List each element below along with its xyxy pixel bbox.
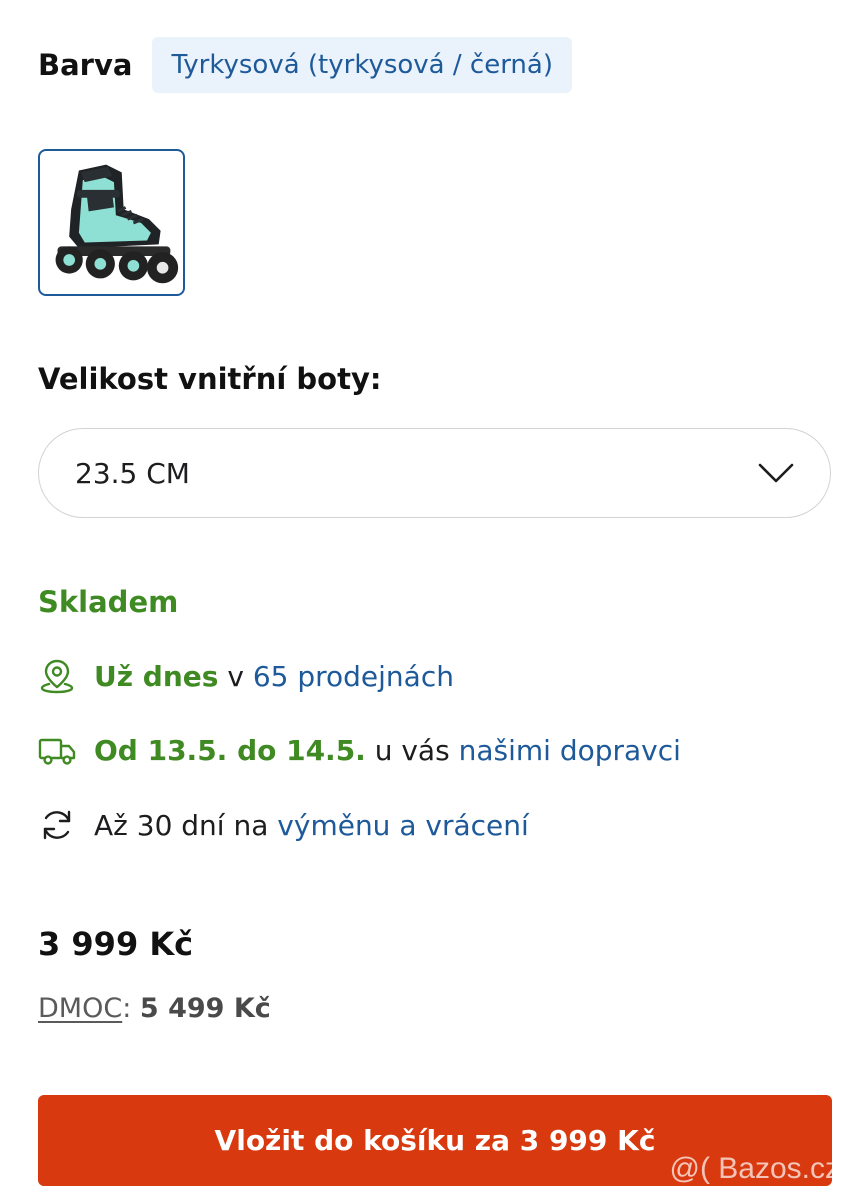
returns-link[interactable]: výměnu a vrácení (277, 809, 528, 842)
store-availability-connector: v (227, 659, 244, 693)
color-value-chip[interactable]: Tyrkysová (tyrkysová / černá) (152, 37, 572, 93)
chevron-down-icon (758, 463, 794, 483)
size-selected-value: 23.5 CM (75, 456, 190, 490)
store-availability-highlight: Už dnes (94, 659, 219, 693)
dmoc-label[interactable]: DMOC (38, 993, 122, 1024)
product-price: 3 999 Kč (38, 925, 194, 963)
size-select[interactable]: 23.5 CM (38, 428, 831, 518)
inline-skate-icon (55, 164, 179, 284)
delivery-truck-icon (38, 738, 76, 765)
stock-status: Skladem (38, 585, 179, 619)
color-row: Barva Tyrkysová (tyrkysová / černá) (38, 37, 572, 93)
dmoc-price: 5 499 Kč (139, 993, 271, 1024)
stores-link[interactable]: 65 prodejnách (253, 660, 454, 693)
dmoc-separator: : (122, 993, 132, 1024)
product-thumbnail[interactable] (38, 149, 185, 296)
carriers-link[interactable]: našimi dopravci (459, 734, 681, 767)
size-title: Velikost vnitřní boty: (38, 362, 382, 396)
location-pin-icon (40, 659, 74, 694)
exchange-arrows-icon (43, 810, 71, 840)
dmoc-row: DMOC: 5 499 Kč (38, 993, 271, 1024)
returns-row: Až 30 dní na výměnu a vrácení (38, 806, 529, 844)
watermark: @( Bazos.cz (669, 1152, 841, 1185)
color-label: Barva (38, 48, 133, 82)
delivery-connector: u vás (374, 733, 450, 767)
delivery-row: Od 13.5. do 14.5. u vás našimi dopravci (38, 731, 681, 769)
returns-text: Až 30 dní na (94, 808, 269, 842)
delivery-dates: Od 13.5. do 14.5. (94, 733, 366, 767)
store-availability-row: Už dnes v 65 prodejnách (38, 657, 454, 695)
